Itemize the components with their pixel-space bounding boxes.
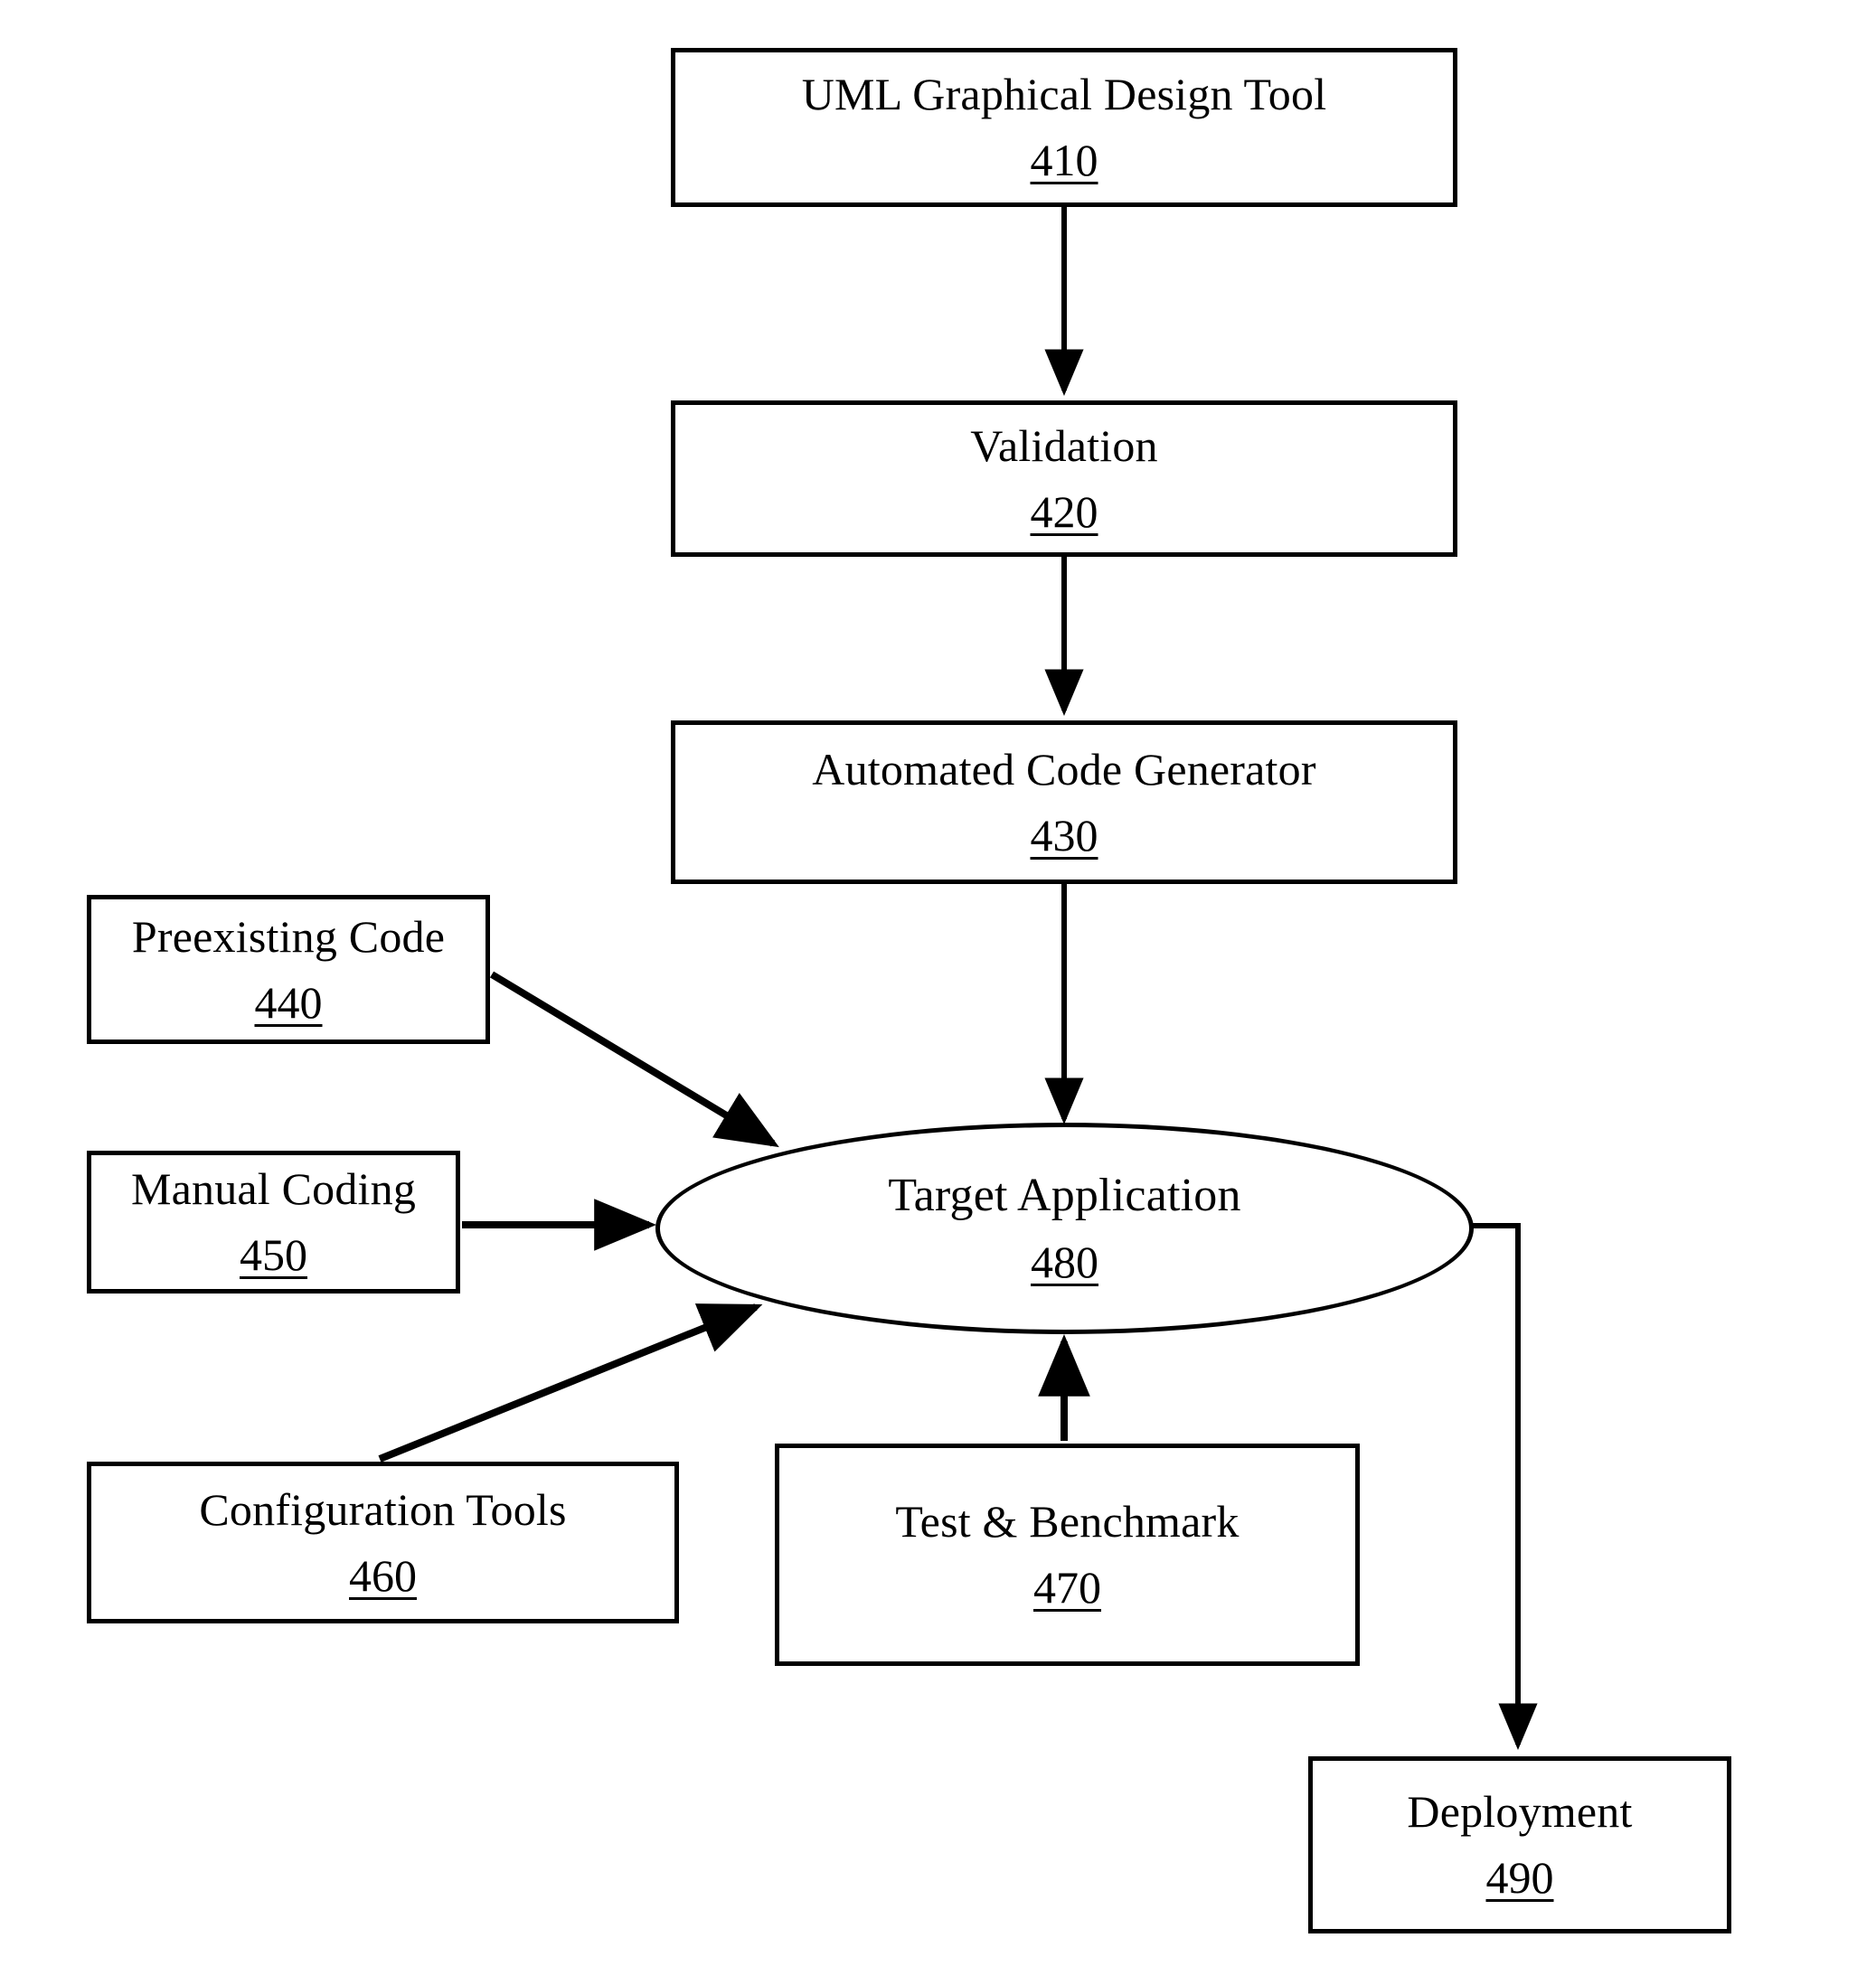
node-label: Deployment bbox=[1407, 1786, 1633, 1837]
node-label: Manual Coding bbox=[130, 1163, 417, 1214]
node-label: Automated Code Generator bbox=[812, 743, 1316, 795]
node-configuration-tools[interactable]: Configuration Tools 460 bbox=[87, 1462, 679, 1623]
node-reference-numeral: 430 bbox=[1030, 809, 1098, 861]
node-reference-numeral: 440 bbox=[254, 976, 323, 1028]
node-reference-numeral: 420 bbox=[1030, 485, 1098, 537]
node-preexisting-code[interactable]: Preexisting Code 440 bbox=[87, 895, 490, 1044]
node-uml-graphical-design-tool[interactable]: UML Graphical Design Tool 410 bbox=[671, 48, 1457, 207]
node-manual-coding[interactable]: Manual Coding 450 bbox=[87, 1151, 460, 1294]
node-label: UML Graphical Design Tool bbox=[801, 69, 1327, 119]
node-label: Validation bbox=[970, 419, 1158, 471]
node-validation[interactable]: Validation 420 bbox=[671, 400, 1457, 557]
edge-440-to-480 bbox=[489, 971, 779, 1148]
node-label: Test & Benchmark bbox=[895, 1496, 1240, 1547]
node-reference-numeral: 460 bbox=[349, 1549, 417, 1601]
edge-480-to-490 bbox=[1470, 1223, 1538, 1751]
node-label: Configuration Tools bbox=[199, 1483, 567, 1535]
patent-figure-flowchart: UML Graphical Design Tool 410 Validation… bbox=[0, 0, 1876, 1985]
node-reference-numeral: 410 bbox=[1030, 135, 1098, 185]
edge-460-to-480 bbox=[378, 1303, 763, 1463]
node-label: Preexisting Code bbox=[131, 910, 446, 962]
node-deployment[interactable]: Deployment 490 bbox=[1308, 1756, 1731, 1933]
node-automated-code-generator[interactable]: Automated Code Generator 430 bbox=[671, 720, 1457, 884]
node-reference-numeral: 490 bbox=[1485, 1852, 1554, 1903]
node-test-and-benchmark[interactable]: Test & Benchmark 470 bbox=[775, 1444, 1360, 1666]
node-label: Target Application bbox=[888, 1169, 1241, 1221]
node-reference-numeral: 470 bbox=[1033, 1562, 1101, 1613]
node-reference-numeral: 450 bbox=[240, 1229, 307, 1280]
node-reference-numeral: 480 bbox=[1031, 1237, 1098, 1288]
node-target-application[interactable]: Target Application 480 bbox=[655, 1123, 1474, 1334]
